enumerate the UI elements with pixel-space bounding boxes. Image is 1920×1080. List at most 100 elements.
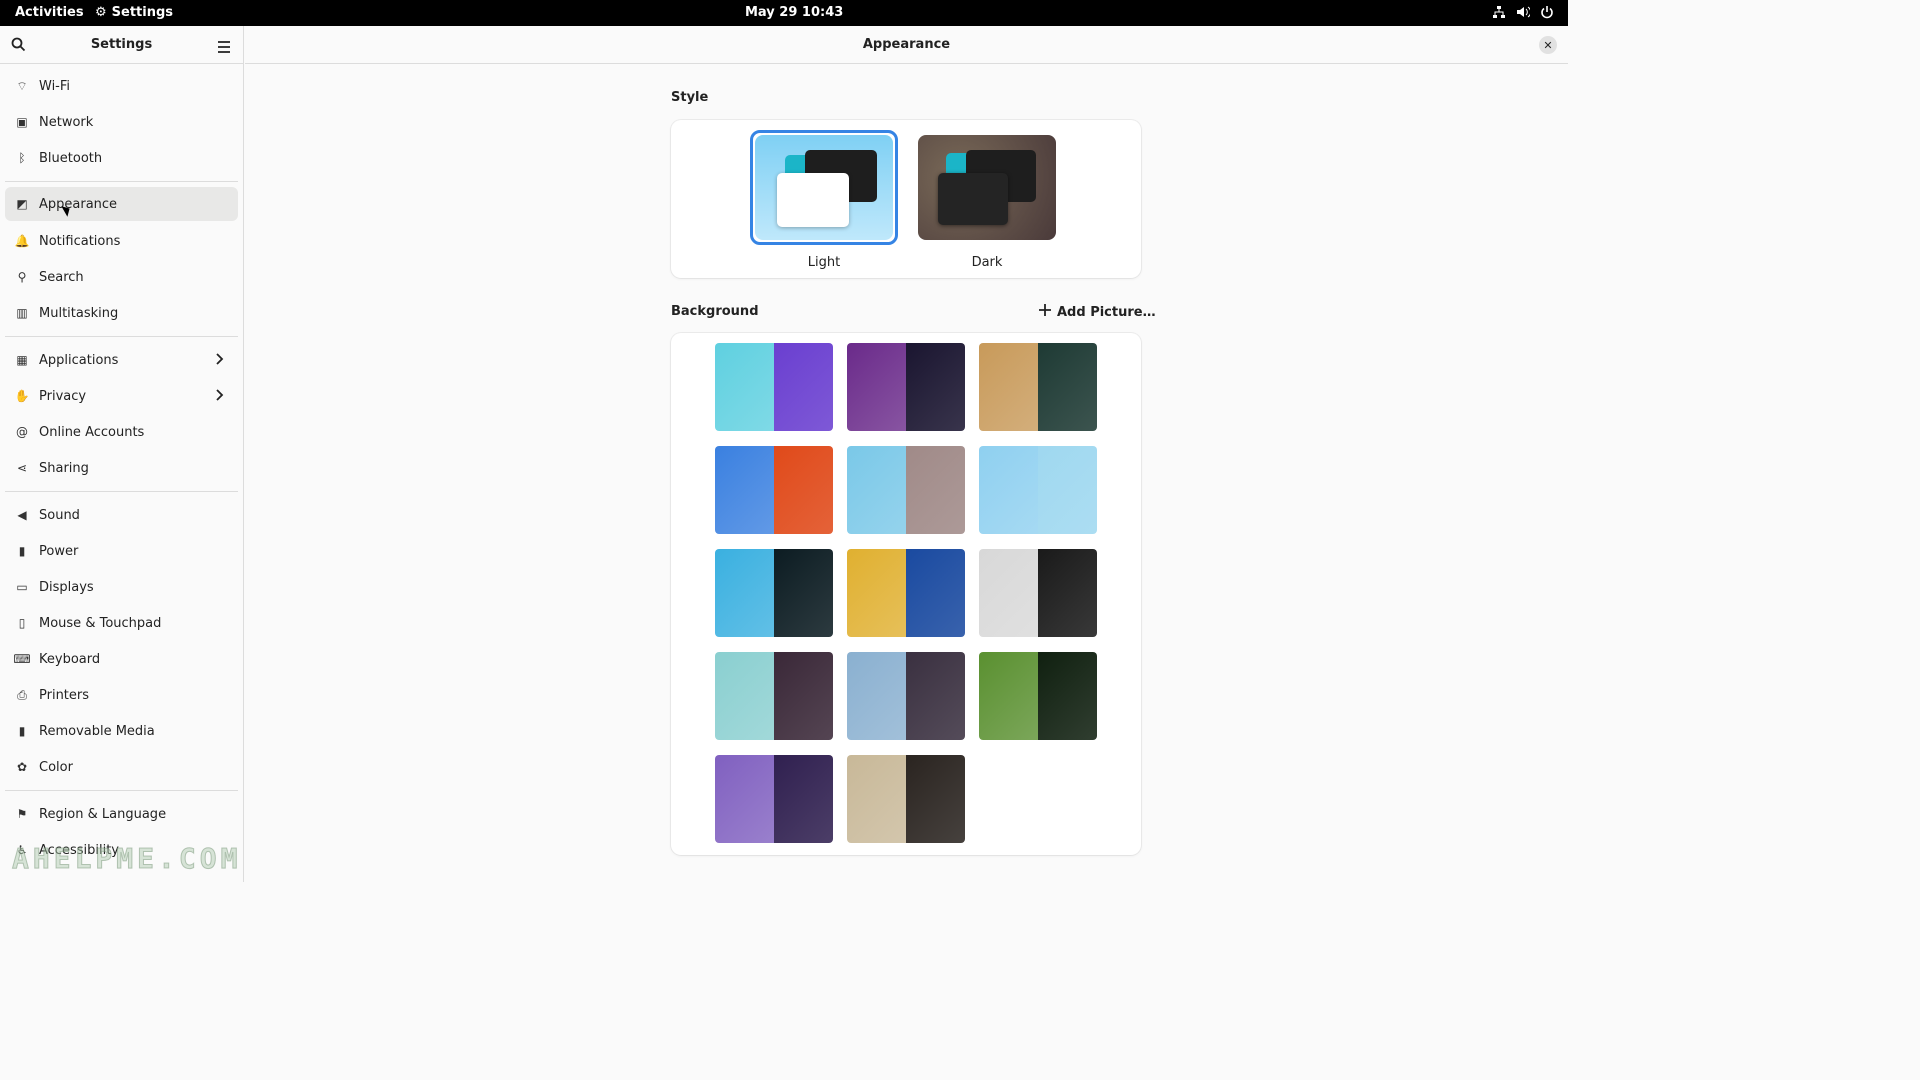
sidebar-item-label: Network bbox=[39, 114, 94, 130]
share-icon: ⋖ bbox=[16, 461, 28, 475]
background-dark-half bbox=[774, 652, 833, 740]
sidebar-item-sound[interactable]: ◀ Sound bbox=[5, 497, 238, 533]
background-thumbnail-pier[interactable] bbox=[979, 549, 1097, 637]
background-light-half bbox=[979, 343, 1038, 431]
background-dark-half bbox=[1038, 549, 1097, 637]
sidebar-item-label: Multitasking bbox=[39, 305, 119, 321]
background-dark-half bbox=[774, 755, 833, 843]
sidebar-nav: ⌔ Wi-Fi ▣ Network ᛒ Bluetooth ◩ Appearance 🔔 Noti… bbox=[0, 64, 243, 872]
background-light-half bbox=[979, 652, 1038, 740]
sidebar-item-network[interactable]: ▣ Network bbox=[5, 104, 238, 140]
wifi-icon: ⌔ bbox=[16, 78, 28, 93]
sidebar-item-multitasking[interactable]: ▥ Multitasking bbox=[5, 295, 238, 331]
sidebar-item-region-language[interactable]: ⚑ Region & Language bbox=[5, 796, 238, 832]
background-dark-half bbox=[774, 446, 833, 534]
app-menu[interactable]: ⚙ Settings bbox=[95, 5, 173, 20]
gear-icon: ⚙ bbox=[95, 5, 107, 20]
hamburger-menu-icon[interactable] bbox=[217, 38, 231, 57]
sidebar-item-color[interactable]: ✿ Color bbox=[5, 749, 238, 785]
sidebar-item-label: Appearance bbox=[39, 196, 118, 212]
sidebar-item-bluetooth[interactable]: ᛒ Bluetooth bbox=[5, 140, 238, 176]
background-thumbnail-sunset[interactable] bbox=[715, 755, 833, 843]
add-picture-label: Add Picture… bbox=[1057, 304, 1156, 320]
keyboard-icon: ⌨ bbox=[13, 652, 31, 666]
background-thumbnail-triangles[interactable] bbox=[715, 343, 833, 431]
add-picture-button[interactable]: Add Picture… bbox=[1039, 304, 1156, 320]
background-thumbnail-blobs[interactable] bbox=[715, 549, 833, 637]
sidebar-item-sharing[interactable]: ⋖ Sharing bbox=[5, 450, 238, 486]
background-light-half bbox=[979, 446, 1038, 534]
main-header: Appearance ✕ bbox=[245, 26, 1568, 64]
sidebar-item-mouse-touchpad[interactable]: ▯ Mouse & Touchpad bbox=[5, 605, 238, 641]
sidebar-item-appearance[interactable]: ◩ Appearance bbox=[5, 187, 238, 221]
sidebar-item-label: Online Accounts bbox=[39, 424, 145, 440]
sidebar-item-wi-fi[interactable]: ⌔ Wi-Fi bbox=[5, 68, 238, 104]
background-thumbnail-drool[interactable] bbox=[715, 446, 833, 534]
sidebar-item-removable-media[interactable]: ▮ Removable Media bbox=[5, 713, 238, 749]
style-dark-label: Dark bbox=[971, 255, 1003, 270]
power-icon: ▮ bbox=[18, 544, 26, 558]
network-wired-icon bbox=[1492, 5, 1506, 19]
sidebar-item-power[interactable]: ▮ Power bbox=[5, 533, 238, 569]
background-dark-half bbox=[906, 343, 965, 431]
background-dark-half bbox=[1038, 652, 1097, 740]
style-dark-option[interactable]: Dark bbox=[913, 130, 1061, 270]
style-light-option[interactable]: Light bbox=[750, 130, 898, 270]
mouse-icon: ▯ bbox=[18, 616, 26, 630]
background-thumbnail-adwaita-light[interactable] bbox=[979, 446, 1097, 534]
main-panel: Appearance ✕ Style Light Dark Background… bbox=[245, 26, 1568, 882]
background-card bbox=[671, 333, 1141, 855]
sidebar-item-label: Search bbox=[39, 269, 84, 285]
sidebar-item-notifications[interactable]: 🔔 Notifications bbox=[5, 223, 238, 259]
background-dark-half bbox=[906, 549, 965, 637]
system-tray[interactable] bbox=[1492, 5, 1554, 19]
color-icon: ✿ bbox=[16, 760, 28, 774]
sidebar-item-online-accounts[interactable]: @ Online Accounts bbox=[5, 414, 238, 450]
background-dark-half bbox=[1038, 446, 1097, 534]
background-thumbnail-blossom[interactable] bbox=[715, 652, 833, 740]
sidebar-item-privacy[interactable]: ✋ Privacy bbox=[5, 378, 238, 414]
sidebar-item-label: Notifications bbox=[39, 233, 121, 249]
background-light-half bbox=[847, 446, 906, 534]
background-thumbnail-zen[interactable] bbox=[847, 755, 965, 843]
clock[interactable]: May 29 10:43 bbox=[745, 5, 843, 20]
background-thumbnail-adwaita[interactable] bbox=[847, 446, 965, 534]
background-thumbnail-pattern[interactable] bbox=[847, 549, 965, 637]
sidebar-item-label: Applications bbox=[39, 352, 119, 368]
sidebar-item-label: Privacy bbox=[39, 388, 87, 404]
sidebar-item-label: Sharing bbox=[39, 460, 89, 476]
background-section-label: Background bbox=[671, 304, 759, 319]
style-card: Light Dark bbox=[671, 120, 1141, 278]
background-thumbnail-wheat[interactable] bbox=[847, 652, 965, 740]
background-thumbnail-dandelion[interactable] bbox=[979, 652, 1097, 740]
light-style-preview bbox=[755, 135, 893, 240]
app-name: Settings bbox=[111, 5, 174, 20]
style-light-label: Light bbox=[807, 255, 841, 270]
speaker-icon: ◀ bbox=[17, 508, 27, 522]
sidebar-item-printers[interactable]: ⎙ Printers bbox=[5, 677, 238, 713]
sidebar-item-search[interactable]: ⚲ Search bbox=[5, 259, 238, 295]
activities-button[interactable]: Activities bbox=[15, 5, 84, 20]
background-light-half bbox=[715, 549, 774, 637]
sidebar-item-applications[interactable]: ▦ Applications bbox=[5, 342, 238, 378]
background-light-half bbox=[715, 652, 774, 740]
sidebar-separator bbox=[5, 491, 238, 492]
sidebar-item-label: Printers bbox=[39, 687, 90, 703]
multitasking-icon: ▥ bbox=[16, 306, 28, 320]
background-dark-half bbox=[1038, 343, 1097, 431]
background-light-half bbox=[715, 446, 774, 534]
usb-icon: ▮ bbox=[18, 724, 26, 738]
background-thumbnail-waves[interactable] bbox=[847, 343, 965, 431]
sidebar-item-keyboard[interactable]: ⌨ Keyboard bbox=[5, 641, 238, 677]
sidebar-item-label: Displays bbox=[39, 579, 94, 595]
sidebar-title: Settings bbox=[90, 37, 153, 52]
background-thumbnail-texture[interactable] bbox=[979, 343, 1097, 431]
sidebar-item-displays[interactable]: ▭ Displays bbox=[5, 569, 238, 605]
close-icon: ✕ bbox=[1543, 38, 1553, 52]
at-icon: @ bbox=[16, 425, 28, 439]
sidebar-item-label: Bluetooth bbox=[39, 150, 103, 166]
plus-icon bbox=[1039, 304, 1051, 320]
close-button[interactable]: ✕ bbox=[1539, 36, 1557, 54]
sidebar-item-label: Mouse & Touchpad bbox=[39, 615, 162, 631]
volume-icon bbox=[1516, 5, 1532, 19]
